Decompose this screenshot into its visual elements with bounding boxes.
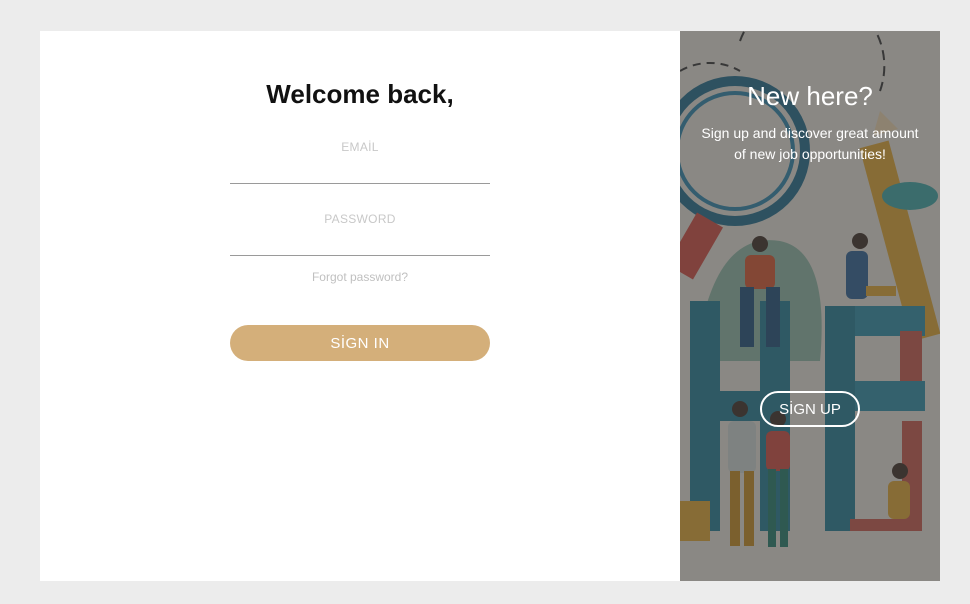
email-field[interactable] — [230, 163, 490, 184]
email-label: EMAİL — [341, 140, 379, 154]
signup-description: Sign up and discover great amount of new… — [701, 125, 919, 162]
signin-button[interactable]: SİGN IN — [230, 325, 490, 361]
signup-title: New here? — [747, 81, 873, 111]
password-label: PASSWORD — [324, 212, 396, 226]
signup-panel: New here? Sign up and discover great amo… — [680, 31, 940, 581]
password-field[interactable] — [230, 235, 490, 256]
signup-button[interactable]: SİGN UP — [760, 391, 860, 427]
signin-title: Welcome back, — [266, 79, 454, 109]
panel-overlay — [680, 31, 940, 581]
forgot-password-link[interactable]: Forgot password? — [230, 270, 490, 284]
auth-card: Welcome back, EMAİL PASSWORD Forgot pass… — [40, 31, 940, 581]
signin-panel: Welcome back, EMAİL PASSWORD Forgot pass… — [40, 31, 680, 581]
